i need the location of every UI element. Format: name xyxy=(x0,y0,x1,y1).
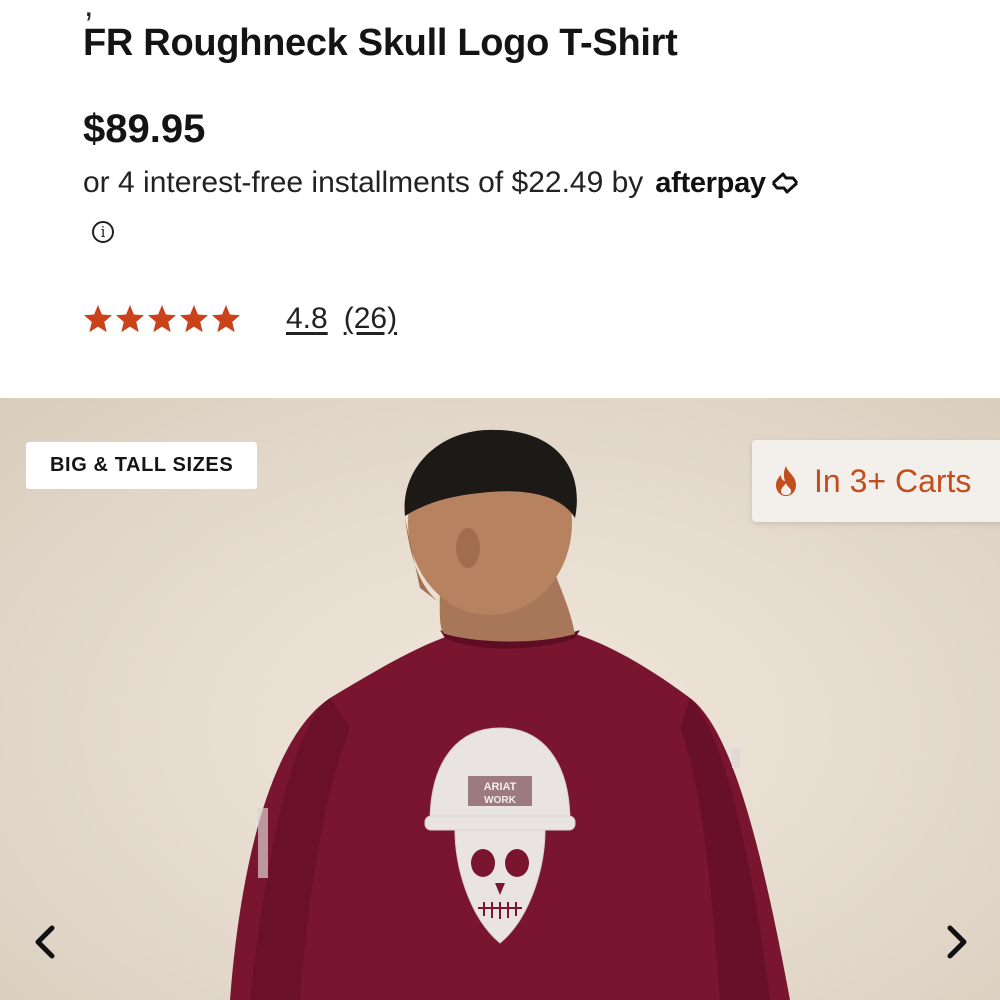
product-title: FR Roughneck Skull Logo T-Shirt xyxy=(83,22,678,64)
afterpay-logo-text: afterpay xyxy=(655,166,766,199)
star-icon xyxy=(148,305,176,333)
star-icon xyxy=(212,305,240,333)
chevron-left-icon xyxy=(35,925,55,959)
big-tall-badge: BIG & TALL SIZES xyxy=(26,442,258,489)
installments-row: or 4 interest-free installments of $22.4… xyxy=(83,166,801,200)
chevron-right-icon xyxy=(947,925,967,959)
review-count-link[interactable]: (26) xyxy=(344,302,397,336)
in-carts-text: In 3+ Carts xyxy=(814,462,972,499)
rating-value[interactable]: 4.8 xyxy=(286,302,328,336)
flame-icon xyxy=(776,466,796,496)
carousel-next-button[interactable] xyxy=(936,920,976,964)
product-price: $89.95 xyxy=(83,107,206,151)
product-image-carousel[interactable]: ARIAT WORK BIG & TALL SIZES In 3+ Carts xyxy=(0,398,1000,1000)
star-icon xyxy=(84,305,112,333)
afterpay-logo[interactable]: afterpay xyxy=(655,167,800,200)
shirt-print-work: WORK xyxy=(484,795,516,806)
star-icon xyxy=(180,305,208,333)
star-icon xyxy=(116,305,144,333)
in-carts-badge: In 3+ Carts xyxy=(752,440,1000,522)
carousel-prev-button[interactable] xyxy=(26,920,66,964)
afterpay-arrows-icon xyxy=(771,172,798,194)
shirt-print-ariat: ARIAT xyxy=(484,781,517,793)
installments-text: or 4 interest-free installments of $22.4… xyxy=(83,166,644,199)
rating-stars xyxy=(82,303,242,335)
info-icon[interactable]: i xyxy=(92,221,114,243)
truncated-text-fragment: , xyxy=(84,0,94,24)
rating-row[interactable]: 4.8 (26) xyxy=(82,302,397,336)
